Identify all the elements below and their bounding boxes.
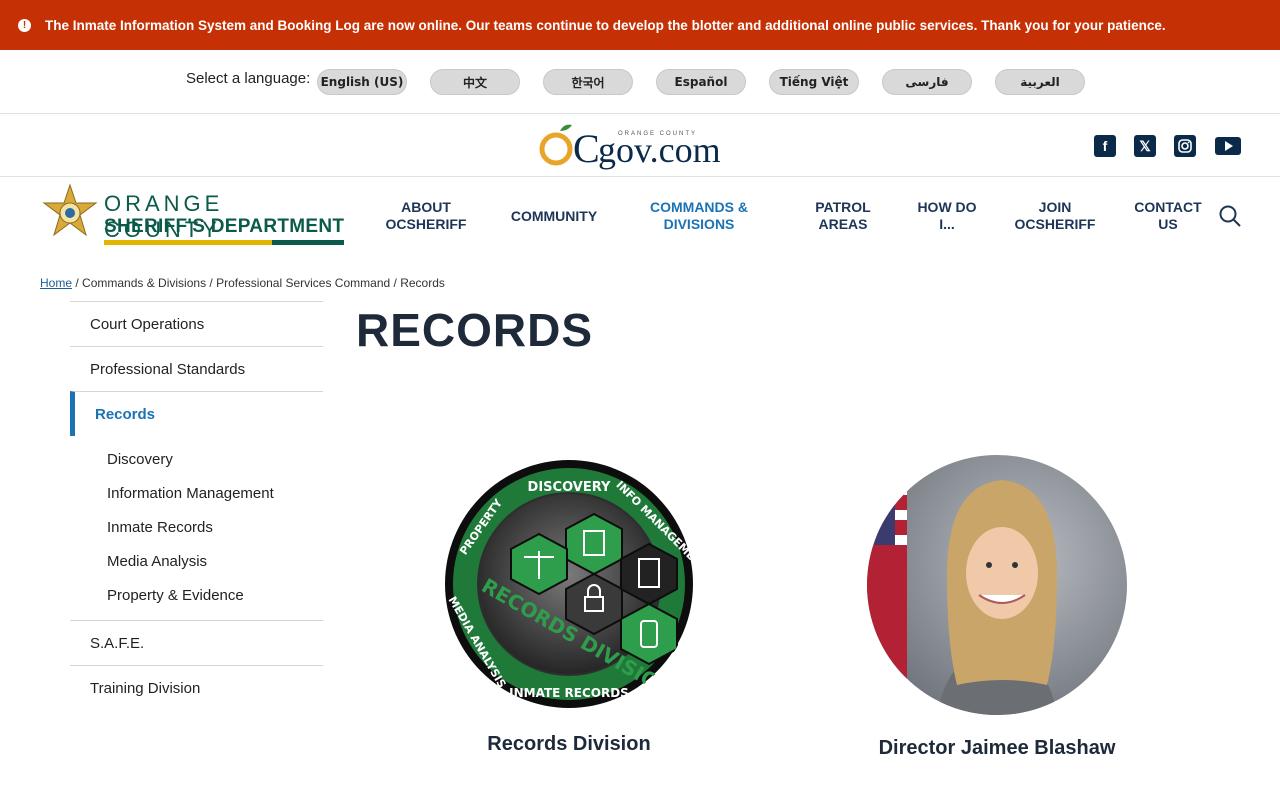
- alert-text: The Inmate Information System and Bookin…: [45, 17, 1166, 33]
- alert-icon: !: [18, 18, 31, 32]
- records-division-caption[interactable]: Records Division: [409, 733, 729, 756]
- alert-banner: ! The Inmate Information System and Book…: [0, 0, 1280, 50]
- sidebar-item-safe[interactable]: S.A.F.E.: [70, 620, 323, 665]
- lang-korean-button[interactable]: 한국어: [543, 69, 633, 95]
- sheriff-title-line2: SHERIFF'S DEPARTMENT: [104, 216, 345, 237]
- sidebar-subitem-media-analysis[interactable]: Media Analysis: [107, 544, 323, 578]
- svg-text:C: C: [573, 126, 600, 171]
- nav-contact[interactable]: CONTACT US: [1130, 199, 1206, 233]
- sheriff-logo-bar: [104, 240, 344, 245]
- gov-header: C gov.com ORANGE COUNTY f 𝕏: [0, 114, 1280, 177]
- director-caption[interactable]: Director Jaimee Blashaw: [837, 737, 1157, 760]
- sidebar-subitem-discovery[interactable]: Discovery: [107, 442, 323, 476]
- sidebar-subitem-property-evidence[interactable]: Property & Evidence: [107, 578, 323, 612]
- facebook-icon[interactable]: f: [1094, 135, 1116, 157]
- breadcrumb-current: Records: [400, 276, 445, 290]
- lang-spanish-button[interactable]: Español: [656, 69, 746, 95]
- lang-english-button[interactable]: English (US): [317, 69, 407, 95]
- main-navigation: ORANGE COUNTY SHERIFF'S DEPARTMENT ABOUT…: [0, 177, 1280, 257]
- language-label: Select a language:: [186, 70, 311, 87]
- records-division-badge-image: DISCOVERY INMATE RECORDS INFO MANAGEMENT…: [444, 459, 694, 709]
- nav-commands-divisions[interactable]: COMMANDS & DIVISIONS: [644, 199, 754, 233]
- x-icon[interactable]: 𝕏: [1134, 135, 1156, 157]
- lang-arabic-button[interactable]: العربية: [995, 69, 1085, 95]
- ocgov-logo[interactable]: C gov.com ORANGE COUNTY: [538, 119, 743, 171]
- director-card[interactable]: Director Jaimee Blashaw: [837, 455, 1157, 760]
- nav-join[interactable]: JOIN OCSHERIFF: [1010, 199, 1100, 233]
- sidebar-subitem-inmate-records[interactable]: Inmate Records: [107, 510, 323, 544]
- nav-about[interactable]: ABOUT OCSHERIFF: [380, 199, 472, 233]
- badge-ring-label: INMATE RECORDS: [509, 686, 629, 700]
- nav-patrol-areas[interactable]: PATROL AREAS: [810, 199, 876, 233]
- sidebar-nav: Court Operations Professional Standards …: [70, 301, 323, 710]
- instagram-icon[interactable]: [1174, 135, 1196, 157]
- page-title: RECORDS: [356, 304, 594, 356]
- sidebar-item-records[interactable]: Records: [70, 391, 323, 436]
- sidebar-item-professional-standards[interactable]: Professional Standards: [70, 346, 323, 391]
- sheriff-logo[interactable]: ORANGE COUNTY SHERIFF'S DEPARTMENT: [40, 183, 350, 245]
- ocgov-tagline: ORANGE COUNTY: [618, 131, 697, 137]
- director-portrait-image: [867, 455, 1127, 715]
- breadcrumb-item[interactable]: Professional Services Command: [216, 276, 390, 290]
- lang-vietnamese-button[interactable]: Tiếng Việt: [769, 69, 859, 95]
- sidebar-item-training-division[interactable]: Training Division: [70, 665, 323, 710]
- nav-community[interactable]: COMMUNITY: [504, 208, 604, 225]
- lang-farsi-button[interactable]: فارسی: [882, 69, 972, 95]
- sheriff-star-icon: [42, 183, 98, 237]
- sidebar-item-court-operations[interactable]: Court Operations: [70, 301, 323, 346]
- search-icon[interactable]: [1218, 204, 1242, 228]
- records-division-card[interactable]: DISCOVERY INMATE RECORDS INFO MANAGEMENT…: [409, 455, 729, 756]
- breadcrumb-item[interactable]: Commands & Divisions: [82, 276, 206, 290]
- badge-ring-label: DISCOVERY: [528, 480, 611, 495]
- breadcrumb: Home / Commands & Divisions / Profession…: [40, 276, 445, 290]
- sidebar-subitem-information-management[interactable]: Information Management: [107, 476, 323, 510]
- nav-how-do-i[interactable]: HOW DO I...: [910, 199, 984, 233]
- sidebar-subnav: Discovery Information Management Inmate …: [70, 436, 323, 620]
- language-bar: Select a language: English (US) 中文 한국어 E…: [0, 50, 1280, 114]
- lang-chinese-button[interactable]: 中文: [430, 69, 520, 95]
- youtube-icon[interactable]: [1215, 137, 1241, 155]
- breadcrumb-home-link[interactable]: Home: [40, 276, 72, 290]
